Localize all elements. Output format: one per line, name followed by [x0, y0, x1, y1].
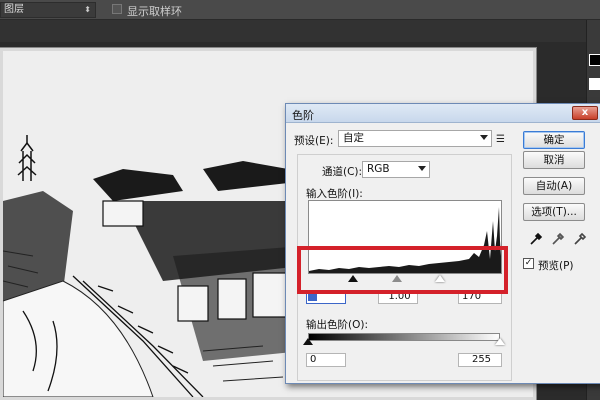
preview-checkbox[interactable]: ✓ [523, 258, 534, 269]
document-tab-strip [0, 20, 600, 42]
preset-options-menu-icon[interactable]: ☰ [496, 134, 510, 146]
foreground-color-swatch[interactable] [589, 54, 600, 66]
chevron-down-icon [480, 135, 488, 140]
channel-select-value: RGB [367, 163, 390, 175]
checkmark-icon: ✓ [524, 258, 533, 268]
preset-select-value: 自定 [343, 132, 364, 144]
layer-sample-select[interactable]: 图层 ⬍ [0, 2, 96, 18]
cancel-button[interactable]: 取消 [523, 151, 585, 169]
output-black-field[interactable]: 0 [306, 353, 346, 367]
output-white-value: 255 [471, 354, 492, 365]
layer-sample-select-value: 图层 [4, 4, 24, 15]
show-sampling-ring-label: 显示取样环 [127, 5, 182, 18]
levels-dialog: 色阶 x 预设(E): 自定 ☰ 通道(C): RGB 输入色阶(I): 1.0… [285, 103, 600, 384]
dialog-title: 色阶 [292, 109, 314, 122]
show-sampling-ring-checkbox[interactable] [112, 4, 122, 14]
dialog-titlebar[interactable]: 色阶 x [286, 104, 600, 123]
output-black-value: 0 [310, 354, 317, 365]
close-button[interactable]: x [572, 106, 598, 120]
black-point-eyedropper-icon[interactable] [529, 232, 543, 246]
updown-arrow-icon: ⬍ [84, 5, 91, 14]
background-color-swatch[interactable] [589, 78, 600, 90]
highlight-annotation-box [297, 246, 508, 294]
preview-label: 预览(P) [538, 260, 574, 272]
cancel-button-label: 取消 [543, 154, 565, 166]
channel-label: 通道(C): [322, 166, 363, 178]
output-gradient-bar [308, 333, 500, 341]
input-levels-label: 输入色阶(I): [306, 188, 363, 200]
auto-button[interactable]: 自动(A) [523, 177, 585, 195]
auto-button-label: 自动(A) [535, 180, 573, 192]
options-button-label: 选项(T)... [531, 206, 577, 218]
options-bar: 图层 ⬍ 显示取样环 [0, 0, 600, 20]
channel-select[interactable]: RGB [362, 161, 430, 178]
preset-select[interactable]: 自定 [338, 130, 492, 147]
options-button[interactable]: 选项(T)... [523, 203, 585, 221]
ok-button[interactable]: 确定 [523, 131, 585, 149]
white-point-eyedropper-icon[interactable] [573, 232, 587, 246]
output-levels-label: 输出色阶(O): [306, 319, 368, 331]
ok-button-label: 确定 [543, 134, 565, 146]
chevron-down-icon [418, 166, 426, 171]
preset-label: 预设(E): [294, 135, 334, 147]
output-black-slider[interactable] [303, 338, 313, 345]
output-white-slider[interactable] [495, 338, 505, 345]
close-icon: x [581, 107, 589, 118]
output-white-field[interactable]: 255 [458, 353, 502, 367]
gray-point-eyedropper-icon[interactable] [551, 232, 565, 246]
